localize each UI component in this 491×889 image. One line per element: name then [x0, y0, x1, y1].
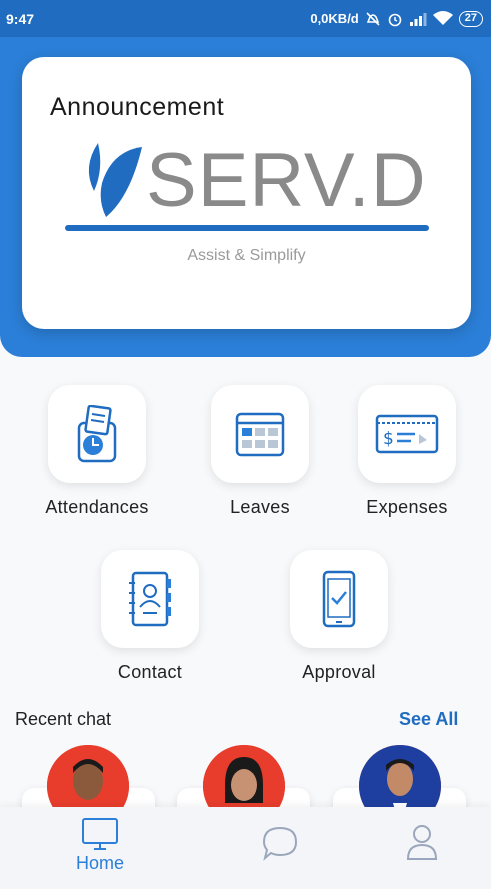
home-monitor-icon: [82, 818, 118, 850]
signal-icon: [409, 12, 427, 26]
profile-icon: [406, 825, 438, 860]
mute-icon: [366, 11, 380, 26]
bottom-navigation: Home: [0, 807, 491, 889]
logo-text: SERV.D: [146, 138, 427, 223]
expenses-label: Expenses: [366, 497, 448, 517]
wifi-icon: [432, 11, 453, 25]
announcement-card[interactable]: Announcement SERV.D Assist & Simplify: [22, 57, 471, 329]
chat-bubble-icon: [262, 826, 298, 861]
contact-label: Contact: [117, 662, 183, 682]
recent-chat-title: Recent chat: [15, 709, 112, 729]
announcement-title: Announcement: [50, 93, 225, 121]
attendances-button[interactable]: [48, 385, 146, 483]
svg-text:$: $: [383, 429, 394, 449]
contact-book-icon: [129, 571, 171, 627]
alarm-icon: [388, 13, 402, 26]
phone-check-icon: [322, 570, 356, 628]
calendar-icon: [235, 412, 285, 457]
attendance-clipboard-icon: [77, 405, 117, 463]
nav-chat[interactable]: [261, 825, 299, 861]
battery-icon: 27: [458, 10, 483, 27]
approval-button[interactable]: [290, 550, 388, 648]
leaves-button[interactable]: [211, 385, 309, 483]
leaf-logo-icon: [88, 143, 142, 217]
contact-button[interactable]: [101, 550, 199, 648]
status-time: 9:47: [6, 10, 35, 27]
logo-underline: [65, 225, 429, 231]
leaves-label: Leaves: [230, 497, 290, 517]
attendances-label: Attendances: [45, 497, 149, 517]
nav-home-label: Home: [75, 853, 124, 873]
see-all-link[interactable]: See All: [399, 709, 458, 730]
expense-check-icon: $: [375, 414, 439, 454]
status-bar: 9:47 0,0KB/d 27: [0, 0, 491, 37]
logo-tagline: Assist & Simplify: [187, 247, 306, 264]
approval-label: Approval: [302, 662, 376, 682]
status-icons: 0,0KB/d 27: [310, 10, 483, 27]
expenses-button[interactable]: $: [358, 385, 456, 483]
network-speed: 0,0KB/d: [310, 11, 359, 26]
nav-home[interactable]: Home: [60, 817, 140, 874]
nav-profile[interactable]: [405, 823, 439, 861]
